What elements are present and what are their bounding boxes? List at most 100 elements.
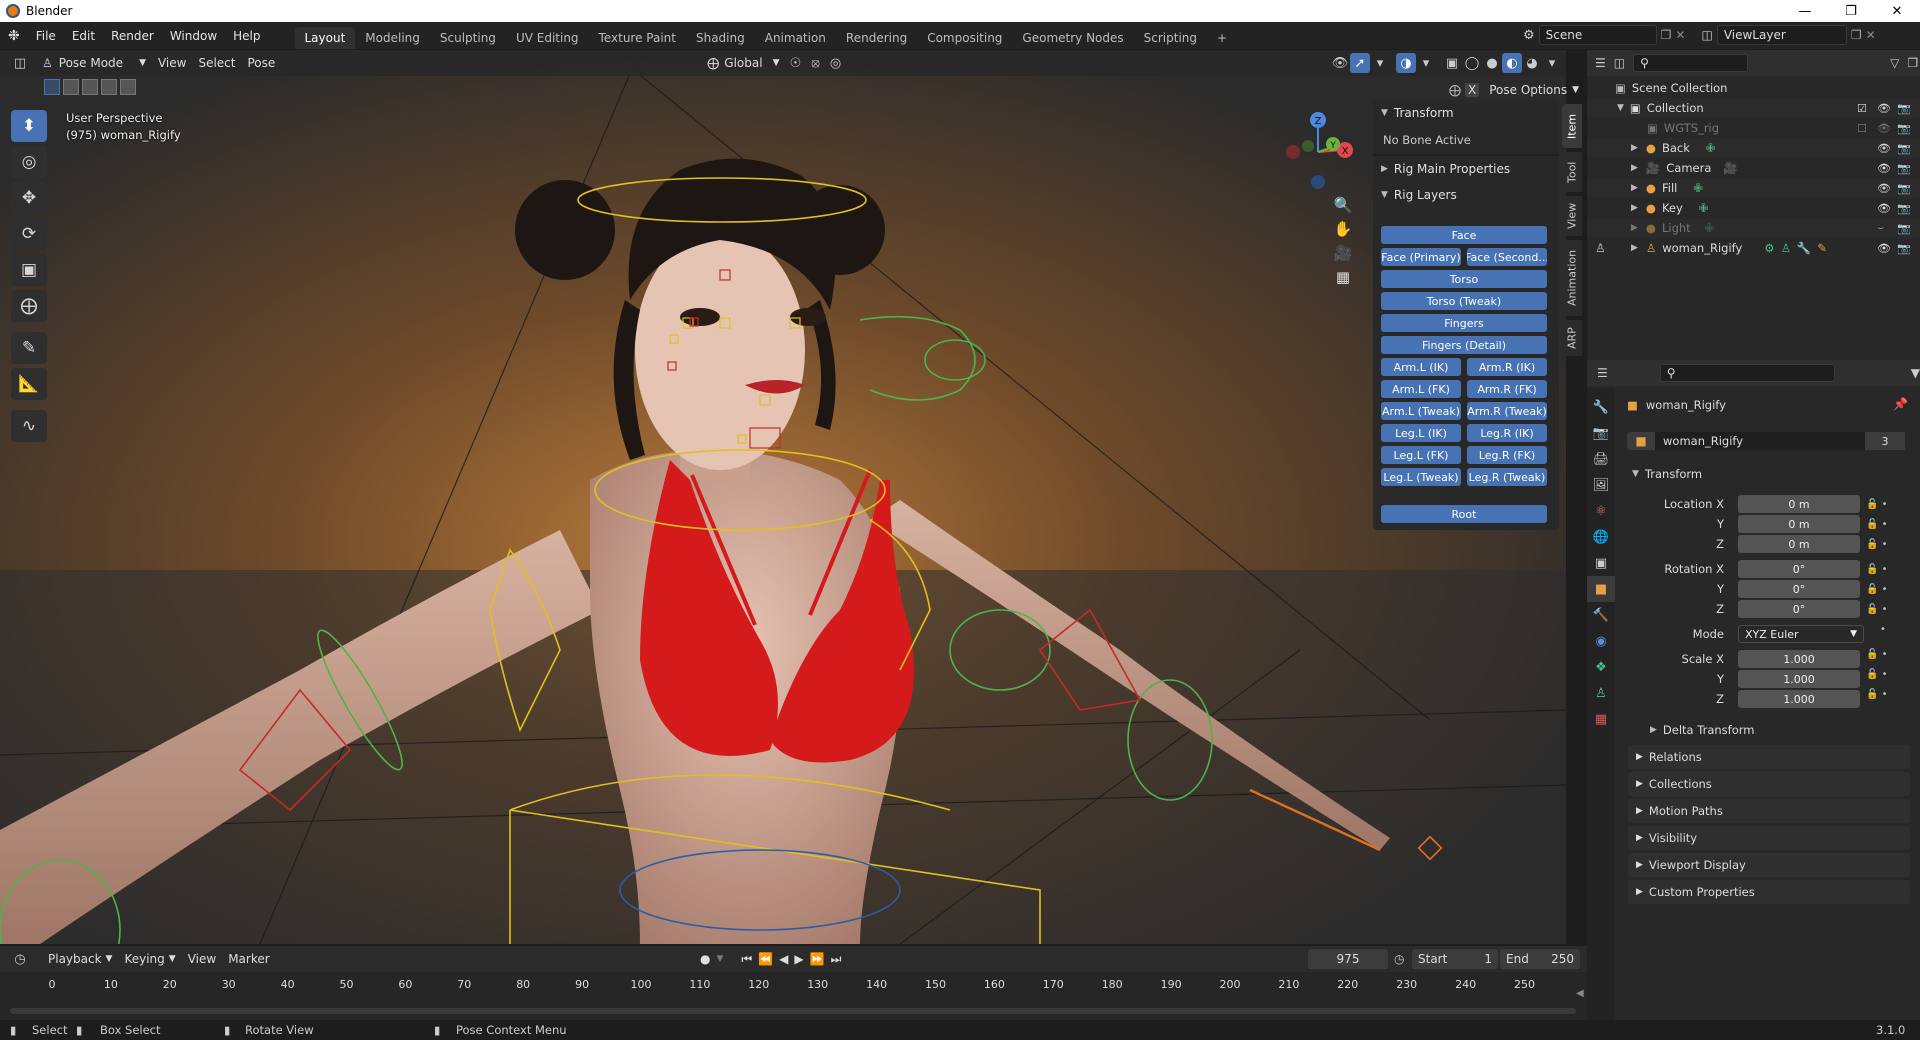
menu-view[interactable]: View bbox=[152, 53, 192, 73]
outliner-editor-icon[interactable]: ☰ bbox=[1595, 56, 1606, 70]
play-icon[interactable]: ▶ bbox=[794, 952, 803, 966]
outliner-item-wgts-rig[interactable]: ▣ WGTS_rig ☐ 👁 📷 bbox=[1587, 118, 1920, 138]
tab-sculpting[interactable]: Sculpting bbox=[430, 27, 506, 49]
camera-icon[interactable]: 📷 bbox=[1897, 142, 1911, 155]
eye-icon[interactable]: 👁 bbox=[1877, 202, 1891, 215]
transform-section-header[interactable]: ▼ Transform bbox=[1632, 464, 1702, 484]
layer-leg-l-tweak-button[interactable]: Leg.L (Tweak) bbox=[1381, 468, 1461, 486]
rig-layers-header[interactable]: ▼ Rig Layers bbox=[1373, 182, 1559, 208]
tab-animation[interactable]: Animation bbox=[1562, 240, 1582, 316]
shading-dropdown-icon[interactable]: ▾ bbox=[1542, 53, 1562, 73]
layer-arm-r-ik-button[interactable]: Arm.R (IK) bbox=[1467, 358, 1547, 376]
tab-rendering[interactable]: Rendering bbox=[836, 27, 917, 49]
eye-icon[interactable]: 👁 bbox=[1877, 122, 1891, 135]
tab-geometry-nodes[interactable]: Geometry Nodes bbox=[1012, 27, 1133, 49]
checkbox-icon[interactable]: ☑ bbox=[1857, 102, 1867, 115]
transform-affect-icon[interactable]: ⨁ bbox=[1449, 83, 1461, 97]
select-subtract-icon[interactable] bbox=[82, 79, 98, 95]
texture-tab-icon[interactable]: ▦ bbox=[1587, 706, 1615, 732]
physics-tab-icon[interactable]: ◉ bbox=[1587, 628, 1615, 654]
layer-torso-button[interactable]: Torso bbox=[1381, 270, 1547, 288]
properties-search-input[interactable]: ⚲ bbox=[1659, 364, 1835, 382]
eye-icon[interactable]: 👁 bbox=[1877, 182, 1891, 195]
world-tab-icon[interactable]: 🌐 bbox=[1587, 524, 1615, 550]
rotation-z-field[interactable]: 0° bbox=[1738, 600, 1860, 618]
select-intersect-icon[interactable] bbox=[120, 79, 136, 95]
light-data-icon[interactable]: ✙ bbox=[1693, 181, 1703, 195]
layer-leg-l-fk-button[interactable]: Leg.L (FK) bbox=[1381, 446, 1461, 464]
camera-data-icon[interactable]: 🎥 bbox=[1723, 161, 1737, 175]
zoom-icon[interactable]: 🔍 bbox=[1334, 196, 1353, 214]
relax-pose-tool-icon[interactable]: ∿ bbox=[11, 410, 47, 442]
navigation-gizmo[interactable]: Z X Y bbox=[1278, 110, 1358, 190]
menu-pose[interactable]: Pose bbox=[242, 53, 282, 73]
checkbox-icon[interactable]: ☐ bbox=[1857, 122, 1867, 135]
section-relations[interactable]: ▶ Relations bbox=[1628, 745, 1910, 769]
measure-tool-icon[interactable]: 📐 bbox=[11, 368, 47, 400]
viewlayer-remove-icon[interactable]: ✕ bbox=[1866, 28, 1876, 42]
tab-view[interactable]: View bbox=[1562, 196, 1582, 236]
overlay-toggle-icon[interactable]: ◑ bbox=[1396, 53, 1416, 73]
layer-leg-r-ik-button[interactable]: Leg.R (IK) bbox=[1467, 424, 1547, 442]
light-data-icon[interactable]: ✙ bbox=[1706, 141, 1716, 155]
tool-tab-icon[interactable]: 🔧 bbox=[1587, 394, 1615, 420]
outliner-collection[interactable]: ▼ ▣ Collection ☑ 👁 📷 bbox=[1587, 98, 1920, 118]
outliner-scene-collection[interactable]: ▣ Scene Collection bbox=[1587, 78, 1920, 98]
lock-icon[interactable]: 🔓 • bbox=[1866, 665, 1898, 685]
menu-marker[interactable]: Marker bbox=[222, 949, 275, 969]
outliner-item-key[interactable]: ▶ ● Key ✙ 👁 📷 bbox=[1587, 198, 1920, 218]
select-box-tool-icon[interactable]: ⬍ bbox=[11, 110, 47, 142]
section-motion-paths[interactable]: ▶ Motion Paths bbox=[1628, 799, 1910, 823]
jump-end-icon[interactable]: ⏭ bbox=[831, 952, 842, 967]
ortho-grid-icon[interactable]: ▦ bbox=[1336, 268, 1350, 286]
visibility-icon[interactable]: 👁 bbox=[1330, 53, 1350, 73]
chevron-left-icon[interactable]: ◀ bbox=[1576, 988, 1584, 999]
armature-data-icon[interactable]: ⚙ bbox=[1764, 241, 1774, 255]
layer-arm-l-fk-button[interactable]: Arm.L (FK) bbox=[1381, 380, 1461, 398]
modifiers-tab-icon[interactable]: 🔨 bbox=[1587, 602, 1615, 628]
scale-y-field[interactable]: 1.000 bbox=[1738, 670, 1860, 688]
outliner-search-input[interactable]: ⚲ bbox=[1633, 54, 1749, 72]
tab-compositing[interactable]: Compositing bbox=[917, 27, 1012, 49]
layer-face-secondary-button[interactable]: Face (Second... bbox=[1467, 248, 1547, 266]
lock-icon[interactable]: 🔓 • bbox=[1866, 580, 1898, 600]
users-count[interactable]: 3 bbox=[1865, 432, 1905, 450]
timeline-editor-icon[interactable]: ◷ bbox=[10, 949, 30, 969]
filter-icon[interactable]: ▽ bbox=[1890, 56, 1899, 70]
object-name-input[interactable]: woman_Rigify bbox=[1655, 432, 1865, 450]
outliner-item-camera[interactable]: ▶ 🎥 Camera 🎥 👁 📷 bbox=[1587, 158, 1920, 178]
constraint-icon[interactable]: ✎ bbox=[1817, 241, 1827, 255]
camera-icon[interactable]: 📷 bbox=[1897, 222, 1911, 235]
close-icon[interactable]: ✕ bbox=[1874, 0, 1920, 22]
camera-icon[interactable]: 📷 bbox=[1897, 102, 1911, 115]
datablock-browse-icon[interactable]: ■ bbox=[1627, 432, 1655, 450]
overlay-dropdown-icon[interactable]: ▾ bbox=[1416, 53, 1436, 73]
cursor-tool-icon[interactable]: ◎ bbox=[11, 146, 47, 178]
scene-icon[interactable]: ⚙ bbox=[1523, 28, 1535, 43]
output-tab-icon[interactable]: 🖨 bbox=[1587, 446, 1615, 472]
proportional-icon[interactable]: ◎ bbox=[826, 53, 846, 73]
tab-texture-paint[interactable]: Texture Paint bbox=[589, 27, 686, 49]
minimize-icon[interactable]: — bbox=[1782, 0, 1828, 22]
menu-timeline-view[interactable]: View bbox=[182, 949, 222, 969]
render-tab-icon[interactable]: 📷 bbox=[1587, 420, 1615, 446]
solid-shading-icon[interactable]: ● bbox=[1482, 53, 1502, 73]
menu-edit[interactable]: Edit bbox=[64, 22, 103, 49]
camera-icon[interactable]: 📷 bbox=[1897, 202, 1911, 215]
rotation-x-field[interactable]: 0° bbox=[1738, 560, 1860, 578]
layer-leg-r-tweak-button[interactable]: Leg.R (Tweak) bbox=[1467, 468, 1547, 486]
tab-modeling[interactable]: Modeling bbox=[355, 27, 430, 49]
editor-type-icon[interactable]: ◫ bbox=[10, 53, 30, 73]
section-visibility[interactable]: ▶ Visibility bbox=[1628, 826, 1910, 850]
keyframe-dot-icon[interactable]: • bbox=[1866, 620, 1898, 640]
menu-help[interactable]: Help bbox=[225, 22, 268, 49]
lock-icon[interactable]: 🔓 • bbox=[1866, 600, 1898, 620]
camera-view-icon[interactable]: 🎥 bbox=[1334, 244, 1353, 262]
tab-shading[interactable]: Shading bbox=[686, 27, 755, 49]
viewlayer-icon[interactable]: ◫ bbox=[1701, 28, 1712, 42]
outliner-item-fill[interactable]: ▶ ● Fill ✙ 👁 📷 bbox=[1587, 178, 1920, 198]
lock-icon[interactable]: 🔓 • bbox=[1866, 495, 1898, 515]
new-collection-icon[interactable]: ❐ bbox=[1907, 56, 1918, 70]
viewlayer-selector[interactable]: ViewLayer bbox=[1716, 25, 1847, 45]
preview-range-icon[interactable]: ◷ bbox=[1394, 952, 1404, 966]
